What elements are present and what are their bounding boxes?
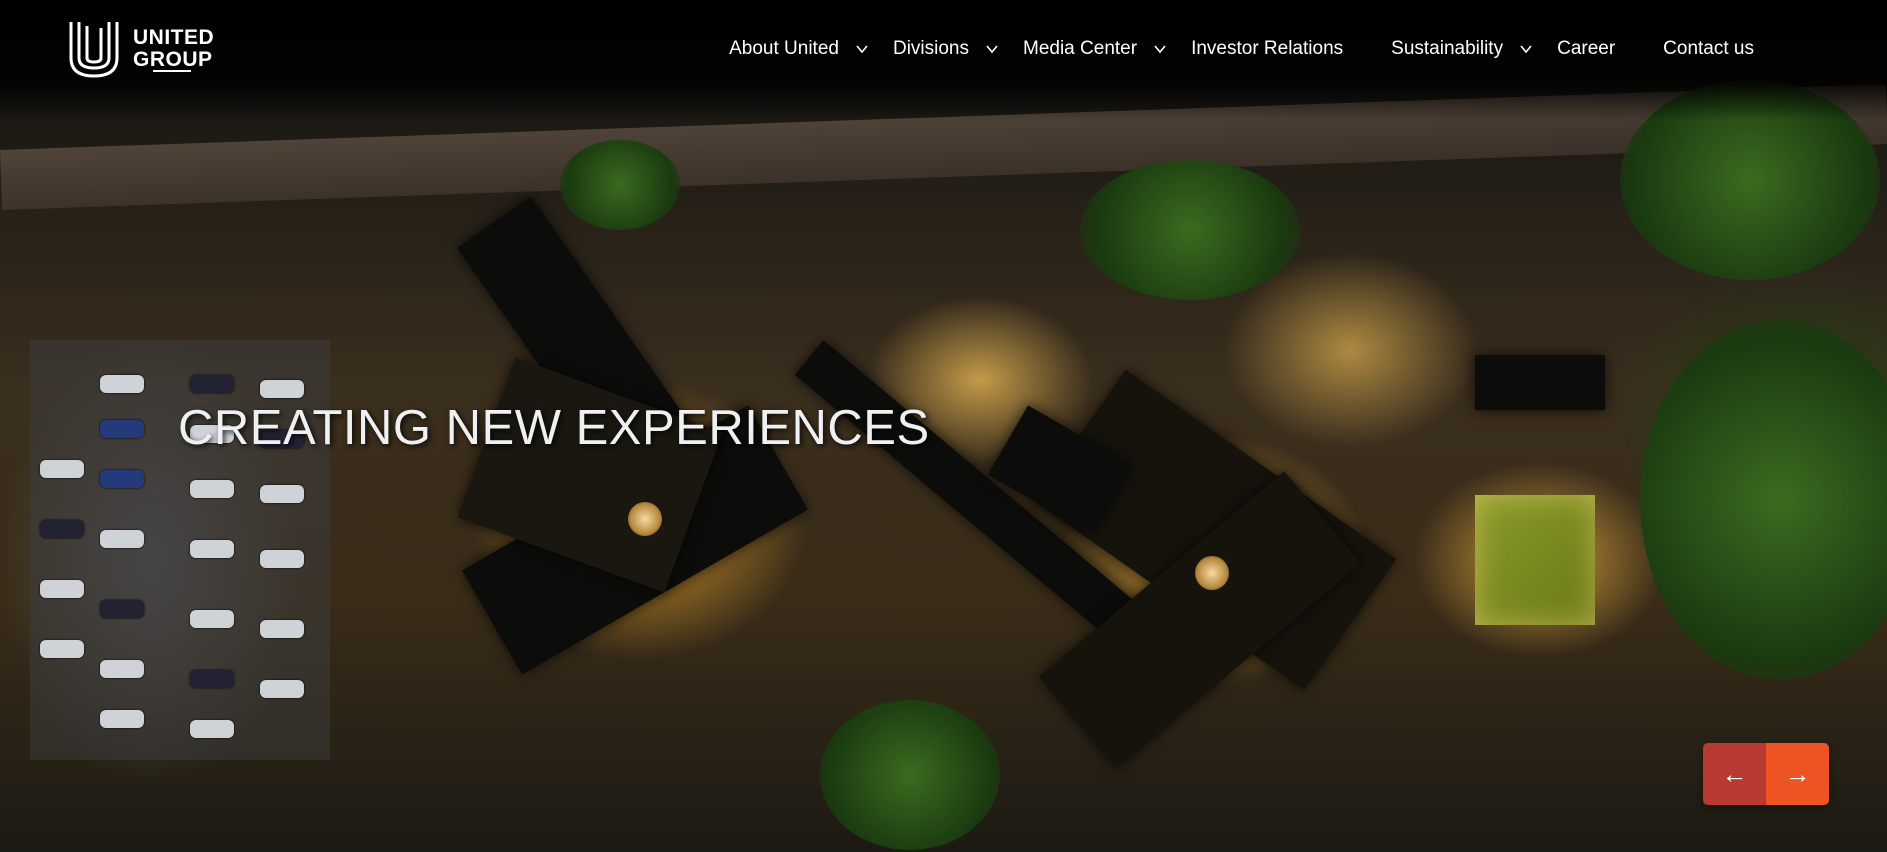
brand-underline [153, 70, 191, 72]
nav-label: Investor Relations [1191, 38, 1344, 59]
hero-headline: CREATING NEW EXPERIENCES [178, 401, 930, 455]
nav-label: Contact us [1663, 38, 1754, 59]
nav-item-career[interactable]: Career [1557, 38, 1615, 60]
brand-logo[interactable]: UNITED GROUP [65, 18, 214, 80]
slider-next-button[interactable]: → [1766, 743, 1829, 805]
chevron-down-icon [1154, 45, 1166, 54]
slider-prev-button[interactable]: ← [1703, 743, 1766, 805]
slider-controls: ← → [1703, 743, 1829, 805]
brand-line1: UNITED [133, 26, 215, 49]
arrow-right-icon: → [1784, 758, 1811, 789]
brand-line2: GROUP [133, 48, 213, 71]
nav-label: Media Center [1023, 38, 1138, 59]
nav-item-about-united[interactable]: About United [729, 38, 869, 60]
chevron-down-icon [1520, 45, 1532, 54]
nav-item-investor-relations[interactable]: Investor Relations [1191, 38, 1343, 60]
nav-item-divisions[interactable]: Divisions [893, 38, 999, 60]
nav-label: Career [1557, 38, 1616, 59]
united-u-logo-icon [69, 22, 119, 78]
chevron-down-icon [986, 45, 998, 54]
nav-item-media-center[interactable]: Media Center [1023, 38, 1167, 60]
chevron-down-icon [856, 45, 868, 54]
nav-label: About United [729, 38, 839, 59]
arrow-left-icon: ← [1721, 758, 1748, 789]
main-navigation: About United Divisions Media Center Inve… [705, 0, 1754, 98]
nav-label: Sustainability [1391, 38, 1504, 59]
nav-item-sustainability[interactable]: Sustainability [1391, 38, 1533, 60]
brand-wordmark: UNITED GROUP [133, 27, 214, 71]
nav-label: Divisions [892, 38, 969, 59]
nav-item-contact-us[interactable]: Contact us [1663, 38, 1754, 60]
hero-banner: UNITED GROUP About United Divisions Medi… [0, 0, 1887, 852]
